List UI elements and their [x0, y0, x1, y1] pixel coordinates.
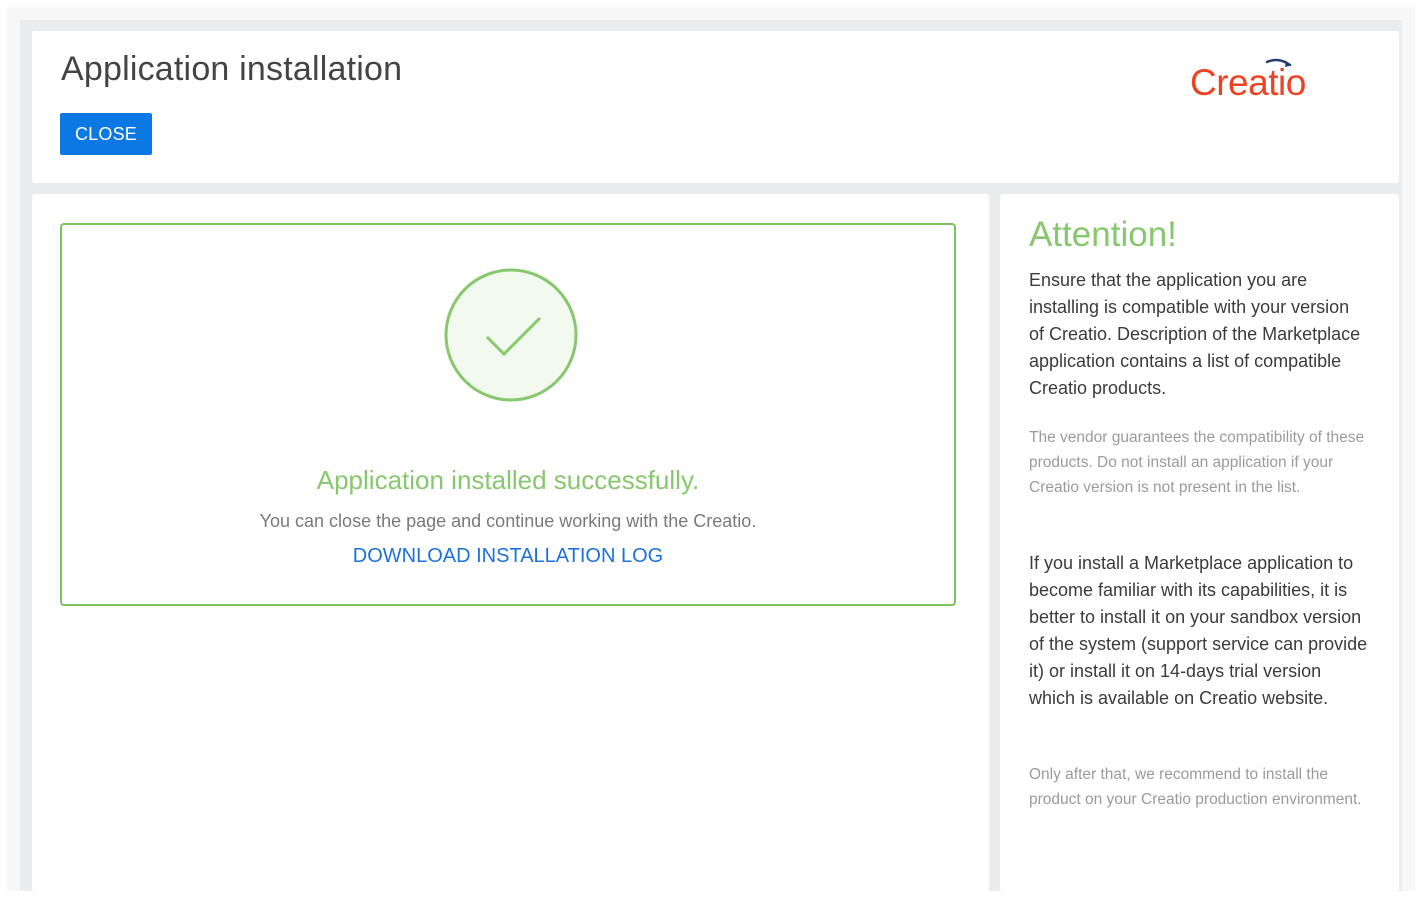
attention-panel: Attention! Ensure that the application y… — [1000, 194, 1399, 891]
success-title: Application installed successfully. — [316, 465, 700, 495]
compatibility-paragraph: Ensure that the application you are inst… — [1029, 270, 1361, 398]
creatio-logo: Creatio — [1190, 58, 1330, 108]
main-panel: Application installed successfully. You … — [32, 194, 989, 891]
vendor-guarantee-paragraph: The vendor guarantees the compatibility … — [1029, 429, 1365, 496]
close-button[interactable]: CLOSE — [60, 113, 152, 155]
production-paragraph: Only after that, we recommend to install… — [1029, 766, 1362, 808]
page-frame: Application installation CLOSE Creatio A… — [7, 7, 1415, 891]
attention-title: Attention! — [1029, 215, 1177, 254]
success-subtitle: You can close the page and continue work… — [259, 511, 757, 531]
page-background: Application installation CLOSE Creatio A… — [20, 20, 1402, 891]
success-box: Application installed successfully. You … — [60, 223, 956, 606]
header-panel: Application installation CLOSE Creatio — [32, 31, 1399, 183]
page-title: Application installation — [61, 50, 403, 88]
sandbox-paragraph: If you install a Marketplace application… — [1029, 553, 1368, 708]
check-circle-icon — [444, 268, 578, 402]
logo-swoosh-icon — [1266, 58, 1292, 67]
download-log-link[interactable]: DOWNLOAD INSTALLATION LOG — [62, 545, 954, 568]
